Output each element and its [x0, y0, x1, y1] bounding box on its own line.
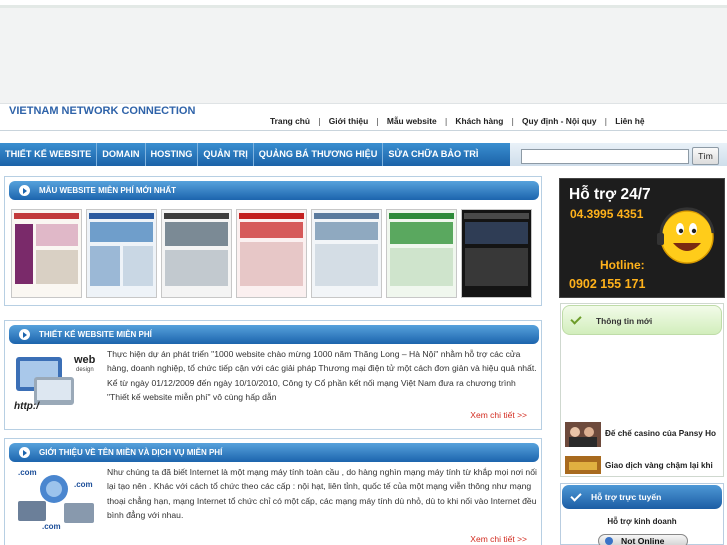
- top-nav: Trang chủ | Giới thiệu | Mẫu website | K…: [270, 115, 645, 127]
- illus-label: http:/: [14, 401, 40, 412]
- top-nav-about[interactable]: Giới thiệu: [329, 116, 368, 126]
- search-button[interactable]: Tìm: [692, 147, 719, 165]
- template-thumbnail[interactable]: [161, 209, 232, 298]
- illus-label: .com: [74, 480, 93, 489]
- template-thumbnail[interactable]: [86, 209, 157, 298]
- header-divider: [0, 130, 727, 131]
- news-thumbnail: [565, 456, 601, 474]
- support-hotline-box[interactable]: Hỗ trợ 24/7 04.3995 4351 Hotline: 0902 1…: [559, 178, 725, 298]
- top-nav-rules[interactable]: Quy định - Nội quy: [522, 116, 596, 126]
- template-thumbnail[interactable]: [461, 209, 532, 298]
- main-nav-branding[interactable]: QUẢNG BÁ THƯƠNG HIỆU: [254, 143, 383, 166]
- news-item[interactable]: Đế chế casino của Pansy Ho: [564, 422, 722, 448]
- search-input[interactable]: [521, 149, 689, 164]
- online-status-badge[interactable]: Not Online: [598, 534, 688, 545]
- check-icon: [570, 490, 582, 502]
- templates-section: MẪU WEBSITE MIỄN PHÍ MỚI NHẤT: [4, 176, 542, 306]
- check-icon: [570, 313, 582, 325]
- read-more-link[interactable]: Xem chi tiết >>: [470, 410, 527, 420]
- arrow-right-icon: [19, 329, 30, 340]
- support-phone: 04.3995 4351: [570, 207, 644, 221]
- smiley-headset-icon: [657, 207, 715, 264]
- section-header: THIẾT KẾ WEBSITE MIỄN PHÍ: [9, 325, 539, 344]
- news-box: Thông tin mới Đế chế casino của Pansy Ho…: [560, 303, 724, 477]
- section-body-text: Thực hiện dự án phát triển "1000 website…: [107, 349, 537, 403]
- hotline-number: 0902 155 171: [569, 277, 646, 291]
- arrow-right-icon: [19, 447, 30, 458]
- read-more-link[interactable]: Xem chi tiết >>: [470, 534, 527, 544]
- hotline-label: Hotline:: [600, 258, 645, 272]
- top-nav-customers[interactable]: Khách hàng: [455, 116, 503, 126]
- template-thumbnail[interactable]: [11, 209, 82, 298]
- news-item[interactable]: Giao dịch vàng chậm lại khi: [564, 456, 722, 474]
- top-nav-separator: |: [604, 116, 608, 126]
- news-item-title: Giao dịch vàng chậm lại khi: [605, 461, 713, 470]
- news-thumbnail: [565, 422, 601, 447]
- section-header: GIỚI THIỆU VỀ TÊN MIỀN VÀ DỊCH VỤ MIỄN P…: [9, 443, 539, 462]
- section-title: THIẾT KẾ WEBSITE MIỄN PHÍ: [39, 330, 152, 339]
- main-nav-web-design[interactable]: THIẾT KẾ WEBSITE: [0, 143, 96, 166]
- arrow-right-icon: [19, 185, 30, 196]
- template-thumbnail[interactable]: [236, 209, 307, 298]
- section-title: GIỚI THIỆU VỀ TÊN MIỀN VÀ DỊCH VỤ MIỄN P…: [39, 448, 223, 457]
- template-thumbnail[interactable]: [311, 209, 382, 298]
- header-banner: [0, 8, 727, 104]
- online-support-box: Hỗ trợ trực tuyến Hỗ trợ kinh doanh Not …: [560, 483, 724, 545]
- top-nav-separator: |: [444, 116, 448, 126]
- illus-label: .com: [18, 468, 37, 477]
- illus-label: web: [73, 354, 96, 366]
- top-nav-contact[interactable]: Liên hệ: [615, 116, 644, 126]
- illus-label: .com: [42, 522, 61, 531]
- news-title: Thông tin mới: [596, 316, 653, 326]
- top-nav-separator: |: [511, 116, 515, 126]
- domain-illustration: .com .com .com: [18, 468, 94, 531]
- top-nav-separator: |: [318, 116, 321, 126]
- main-nav-domain[interactable]: DOMAIN: [97, 143, 144, 166]
- top-nav-separator: |: [376, 116, 379, 126]
- template-thumbnails: [11, 209, 539, 298]
- main-nav-admin[interactable]: QUẢN TRỊ: [198, 143, 252, 166]
- domain-service-section: GIỚI THIỆU VỀ TÊN MIỀN VÀ DỊCH VỤ MIỄN P…: [4, 438, 542, 545]
- online-support-subtitle: Hỗ trợ kinh doanh: [607, 517, 677, 526]
- main-nav: THIẾT KẾ WEBSITE DOMAIN HOSTING QUẢN TRỊ…: [0, 143, 510, 166]
- top-nav-templates[interactable]: Mẫu website: [387, 116, 437, 126]
- site-brand[interactable]: VIETNAM NETWORK CONNECTION: [9, 105, 195, 117]
- section-header: MẪU WEBSITE MIỄN PHÍ MỚI NHẤT: [9, 181, 539, 200]
- section-title: MẪU WEBSITE MIỄN PHÍ MỚI NHẤT: [39, 186, 177, 195]
- illus-label: design: [76, 367, 94, 373]
- main-nav-hosting[interactable]: HOSTING: [146, 143, 198, 166]
- support-title: Hỗ trợ 24/7: [569, 186, 651, 203]
- news-header: Thông tin mới: [562, 305, 722, 335]
- free-design-section: THIẾT KẾ WEBSITE MIỄN PHÍ web design htt…: [4, 320, 542, 430]
- template-thumbnail[interactable]: [386, 209, 457, 298]
- web-design-illustration: web design http:/: [14, 354, 96, 412]
- top-nav-home[interactable]: Trang chủ: [270, 116, 310, 126]
- online-support-title: Hỗ trợ trực tuyến: [591, 492, 662, 502]
- online-support-header: Hỗ trợ trực tuyến: [562, 485, 722, 509]
- news-item-title: Đế chế casino của Pansy Ho: [605, 429, 717, 438]
- main-nav-maintenance[interactable]: SỬA CHỮA BẢO TRÌ: [383, 143, 483, 166]
- section-body-text: Như chúng ta đã biết Internet là một mạn…: [107, 467, 537, 521]
